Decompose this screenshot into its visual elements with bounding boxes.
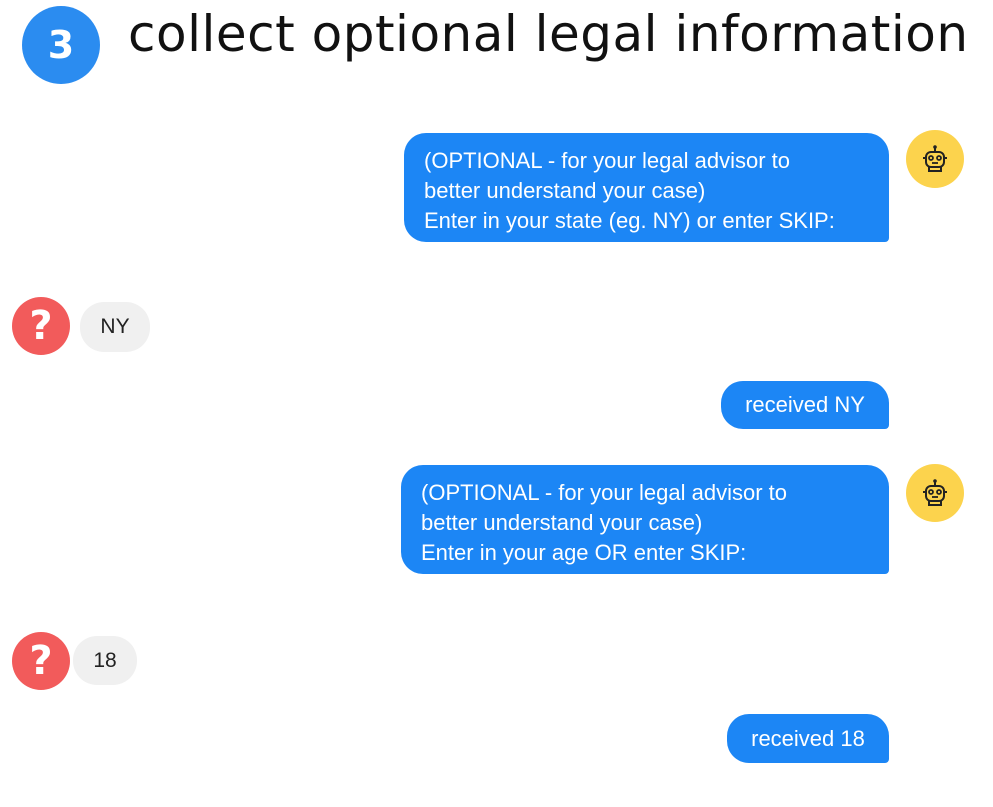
- message-text: 18: [93, 648, 117, 672]
- robot-icon: [906, 130, 964, 188]
- message-line: better understand your case): [421, 510, 703, 535]
- message-line: (OPTIONAL - for your legal advisor to: [424, 148, 790, 173]
- bot-message-bubble: received 18: [727, 714, 889, 763]
- step-number-badge: 3: [22, 6, 100, 84]
- bot-message-bubble: (OPTIONAL - for your legal advisor to be…: [404, 133, 889, 242]
- message-text: received 18: [751, 725, 865, 751]
- question-mark-icon: ?: [12, 297, 70, 355]
- message-line: (OPTIONAL - for your legal advisor to: [421, 480, 787, 505]
- message-text: NY: [100, 315, 130, 338]
- message-line: Enter in your age OR enter SKIP:: [421, 540, 747, 565]
- user-message-bubble: NY: [80, 302, 150, 352]
- page-title: collect optional legal information: [128, 5, 969, 63]
- message-line: better understand your case): [424, 178, 706, 203]
- question-mark-icon: ?: [12, 632, 70, 690]
- message-line: Enter in your state (eg. NY) or enter SK…: [424, 208, 835, 233]
- robot-icon: [906, 464, 964, 522]
- bot-message-bubble: received NY: [721, 381, 889, 429]
- message-text: received NY: [745, 392, 865, 417]
- user-message-bubble: 18: [73, 636, 137, 685]
- bot-message-bubble: (OPTIONAL - for your legal advisor to be…: [401, 465, 889, 574]
